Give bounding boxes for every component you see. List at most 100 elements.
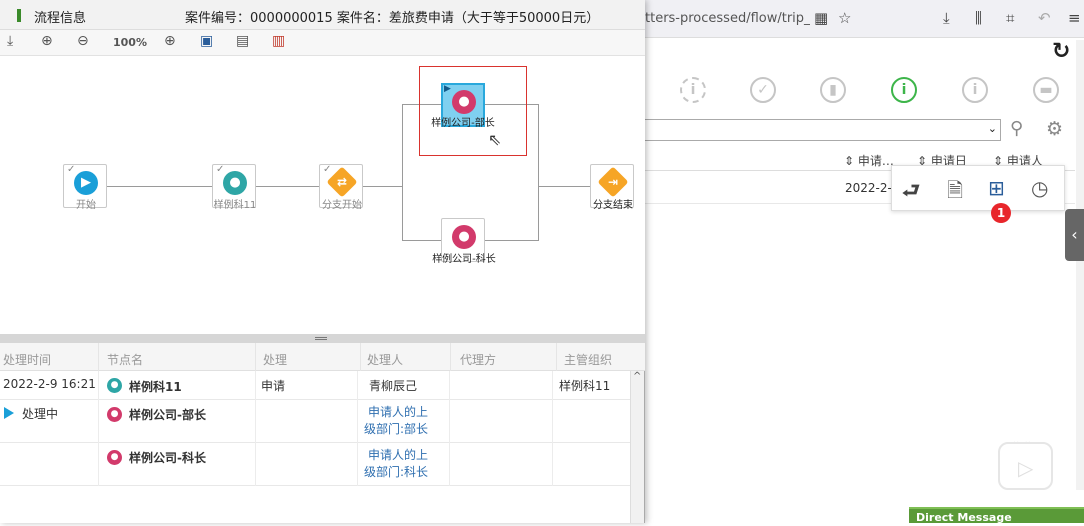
gear-icon[interactable]: ⚙ [1046, 118, 1063, 140]
branch-icon: ⇄ [326, 166, 358, 198]
table-view-icon[interactable]: ▤ [236, 33, 249, 49]
zoom-level: 100% [113, 36, 147, 49]
back-icon[interactable]: ↶ [1038, 9, 1051, 27]
diagram-view-icon[interactable]: ▣ [200, 33, 213, 49]
check-icon: ✓ [67, 164, 76, 175]
row-handler-line1[interactable]: 申请人的上 [368, 403, 428, 421]
chevron-up-icon[interactable]: ^ [633, 371, 641, 382]
stop-icon[interactable]: ▮ [820, 77, 846, 103]
col-org[interactable]: 主管组织 [564, 351, 612, 368]
reload-area [645, 38, 1084, 66]
connector [402, 240, 441, 241]
title-mark [17, 9, 21, 22]
info-icon[interactable]: i [962, 77, 988, 103]
row-node: 样例公司-部长 [129, 408, 206, 422]
folder-icon[interactable]: ▬ [1033, 77, 1059, 103]
node-branch-start[interactable]: ✓ ⇄ 分支开始 [319, 164, 363, 211]
menu-icon[interactable]: ≡ [1068, 9, 1081, 27]
library-icon[interactable]: ⫼ [975, 9, 982, 27]
row-handler-line2[interactable]: 级部门:科长 [364, 463, 428, 481]
node-section-head[interactable]: ● 样例公司-科长 [432, 218, 496, 265]
node-label: 样例公司-科长 [432, 254, 496, 265]
zoom-fit-icon[interactable]: ⊕ [41, 33, 53, 49]
play-icon: ▶ [74, 171, 98, 195]
row-org: 样例科11 [559, 379, 611, 393]
user-icon: ● [452, 225, 476, 249]
node-branch-end[interactable]: ⇥ 分支结束 [590, 164, 634, 211]
grid-scrollbar[interactable]: ^ [630, 371, 644, 523]
table-row[interactable] [0, 400, 630, 443]
divider [357, 371, 358, 486]
search-icon[interactable]: ⚲ [1010, 118, 1023, 139]
side-collapse-tab[interactable]: ‹ [1065, 209, 1084, 261]
status-icon-row [645, 66, 1065, 116]
dialog-title: 流程信息 [34, 11, 87, 26]
connector [363, 186, 402, 187]
user-icon: ● [107, 407, 122, 422]
connector [402, 104, 403, 240]
connector [107, 186, 212, 187]
flow-icon[interactable]: ⊞ [988, 176, 1005, 200]
row-time: 处理中 [22, 407, 59, 421]
sort-col-apply[interactable]: ⇕ 申请… [844, 152, 894, 169]
diagram-toolbar [0, 30, 645, 56]
col-proxy[interactable]: 代理方 [460, 351, 496, 368]
grip-icon [315, 337, 327, 340]
pane-splitter[interactable] [0, 334, 645, 343]
case-info: 案件编号：0000000015 案件名：差旅费申请（大于等于50000日元） [185, 11, 600, 26]
node-label: 分支结束 [593, 200, 633, 211]
user-icon: ● [107, 378, 122, 393]
node-label: 分支开始 [322, 200, 362, 211]
node-label: 样例科11 [213, 200, 257, 211]
download-icon[interactable]: ⤓ [7, 33, 13, 49]
document-icon[interactable]: 🗎 [947, 176, 963, 210]
history-grid-header [0, 343, 645, 371]
zoom-out-icon[interactable]: ⊖ [77, 33, 89, 49]
col-handler[interactable]: 处理人 [367, 351, 403, 368]
row-handler-line1[interactable]: 申请人的上 [368, 446, 428, 464]
page-scrollbar[interactable] [1076, 40, 1084, 490]
check-icon[interactable]: ✓ [750, 77, 776, 103]
info-dashed-icon[interactable]: i [680, 77, 706, 103]
check-icon: ✓ [216, 164, 225, 175]
connector [538, 186, 590, 187]
clock-icon[interactable]: ◷ [1031, 176, 1048, 200]
row-handler-line2[interactable]: 级部门:部长 [364, 420, 428, 438]
gantt-view-icon[interactable]: ▥ [272, 33, 285, 49]
user-icon: ● [223, 171, 247, 195]
video-widget[interactable]: ⌄ ⌄ ▷ [998, 436, 1053, 490]
table-row[interactable] [0, 443, 630, 486]
crop-icon[interactable]: ⌗ [1006, 9, 1014, 27]
connector [485, 240, 538, 241]
url-bar[interactable]: tters-processed/flow/trip_sc [645, 11, 810, 26]
direct-message-bar[interactable]: Direct Message [909, 507, 1084, 524]
selection-highlight [419, 66, 527, 156]
info-green-icon[interactable]: i [891, 77, 917, 103]
connector [538, 104, 539, 241]
in-progress-icon [4, 407, 14, 419]
qr-icon[interactable]: ▦ [814, 9, 828, 27]
divider [255, 343, 256, 371]
node-sample11[interactable]: ✓ ● 样例科11 [212, 164, 256, 211]
chevron-left-icon: ‹ [1071, 225, 1078, 244]
return-icon[interactable]: ⮐ [902, 176, 920, 210]
divider [98, 371, 99, 486]
dialog-titlebar[interactable]: 流程信息 案件编号：0000000015 案件名：差旅费申请（大于等于50000… [0, 0, 645, 30]
download-icon[interactable]: ⤓ [943, 9, 950, 27]
divider [449, 371, 450, 486]
star-icon[interactable]: ☆ [838, 9, 851, 27]
col-node-name[interactable]: 节点名 [107, 351, 143, 368]
row-time: 2022-2-9 16:21 [3, 377, 96, 391]
flow-info-dialog: 流程信息 案件编号：0000000015 案件名：差旅费申请（大于等于50000… [0, 0, 645, 523]
row-node: 样例公司-科长 [129, 451, 206, 465]
divider [556, 343, 557, 371]
connector [256, 186, 319, 187]
node-start[interactable]: ✓ ▶ 开始 [63, 164, 107, 211]
filter-select[interactable]: ⌄ [645, 119, 1001, 141]
divider [552, 371, 553, 486]
reload-icon[interactable]: ↻ [1052, 39, 1070, 64]
col-action[interactable]: 处理 [263, 351, 287, 368]
col-process-time[interactable]: 处理时间 [3, 351, 51, 368]
chevron-down-icon: ⌄ [987, 122, 997, 135]
zoom-in-icon[interactable]: ⊕ [164, 33, 176, 49]
